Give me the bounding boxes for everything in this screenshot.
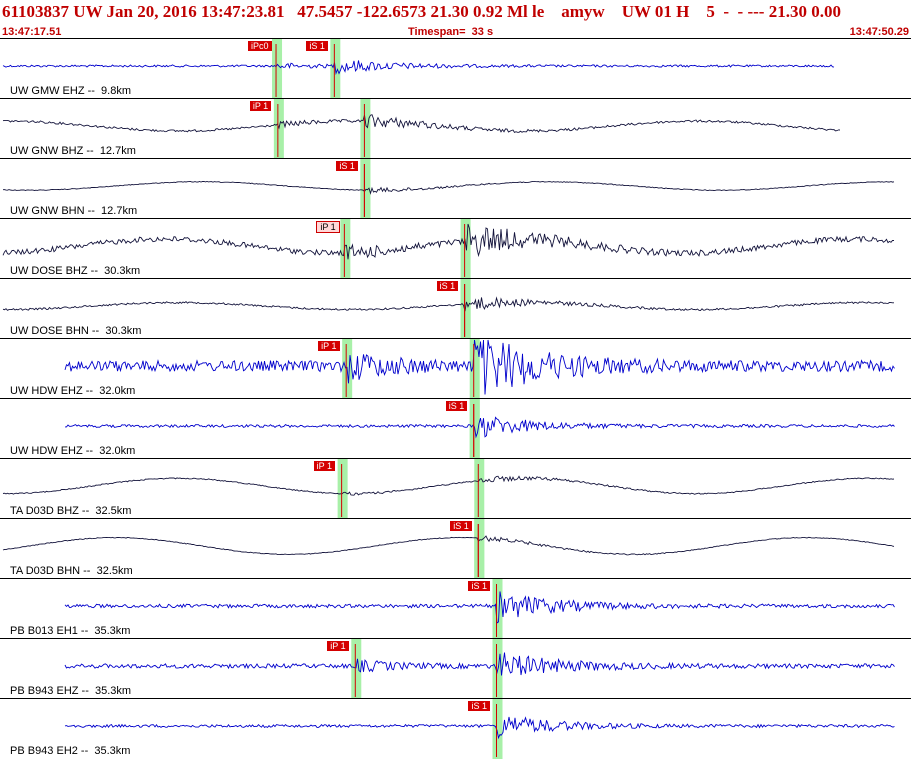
event-summary-title: 61103837 UW Jan 20, 2016 13:47:23.81 47.…: [2, 2, 841, 21]
trace-panel[interactable]: iP 1 PB B943 EHZ -- 35.3km: [0, 638, 911, 699]
seismogram-trace: [2, 535, 895, 556]
seismogram-trace: [64, 716, 895, 740]
trace-panel[interactable]: iS 1 UW DOSE BHN -- 30.3km: [0, 278, 911, 339]
pick-window: [492, 579, 503, 639]
channel-label: UW GNW BHN -- 12.7km: [10, 205, 138, 217]
phase-pick-flag[interactable]: iS 1: [445, 401, 468, 411]
pick-window: [474, 459, 485, 519]
trace-panel[interactable]: iP 1 UW HDW EHZ -- 32.0km: [0, 338, 911, 399]
phase-pick-flag[interactable]: iP 1: [318, 341, 340, 351]
seismogram-trace: [64, 339, 895, 395]
seismogram-trace: [64, 591, 895, 624]
waveform-svg: [64, 639, 895, 699]
waveform-svg: [64, 699, 895, 759]
channel-label: PB B013 EH1 -- 35.3km: [10, 625, 131, 637]
seismogram-trace: [2, 180, 895, 195]
phase-pick-flag[interactable]: iP 1: [313, 461, 335, 471]
channel-label: UW GNW BHZ -- 12.7km: [10, 145, 136, 157]
trace-panel[interactable]: iS 1 TA D03D BHN -- 32.5km: [0, 518, 911, 579]
seismogram-trace: [2, 475, 895, 496]
phase-pick-flag[interactable]: iPc0: [248, 41, 272, 51]
pick-window: [492, 699, 503, 759]
pick-window: [351, 639, 362, 699]
phase-pick-flag[interactable]: iS 1: [336, 161, 358, 171]
waveform-svg: [64, 339, 895, 399]
seismogram-trace: [2, 296, 894, 312]
waveform-svg: [64, 579, 895, 639]
pick-window: [474, 519, 485, 579]
seismogram-trace: [64, 652, 895, 676]
trace-panel[interactable]: iS 1 PB B013 EH1 -- 35.3km: [0, 578, 911, 639]
channel-label: UW GMW EHZ -- 9.8km: [10, 85, 131, 97]
waveform-svg: [2, 99, 841, 159]
waveform-panels[interactable]: iPc0 iS 1 UW GMW EHZ -- 9.8km iP 1 UW GNW BH…: [0, 38, 911, 760]
seismogram-trace: [2, 223, 894, 260]
trace-panel[interactable]: iPc0 iS 1 UW GMW EHZ -- 9.8km: [0, 38, 911, 99]
timespan-readout: Timespan= 33 s: [408, 26, 494, 38]
phase-pick-flag[interactable]: iP 1: [249, 101, 272, 111]
event-header: 61103837 UW Jan 20, 2016 13:47:23.81 47.…: [0, 0, 911, 38]
seismogram-trace: [2, 60, 835, 76]
end-time: 13:47:50.29: [849, 26, 909, 38]
trace-panel[interactable]: iP 1 UW GNW BHZ -- 12.7km: [0, 98, 911, 159]
pick-window: [360, 99, 371, 159]
start-time: 13:47:17.51: [2, 26, 62, 38]
waveform-svg: [2, 459, 895, 519]
channel-label: TA D03D BHN -- 32.5km: [10, 565, 133, 577]
trace-panel[interactable]: iP 1 UW DOSE BHZ -- 30.3km: [0, 218, 911, 279]
channel-label: UW DOSE BHZ -- 30.3km: [10, 265, 141, 277]
channel-label: UW DOSE BHN -- 30.3km: [10, 325, 142, 337]
trace-panel[interactable]: iS 1 PB B943 EH2 -- 35.3km: [0, 698, 911, 759]
pick-window: [273, 99, 284, 159]
pick-window: [272, 39, 283, 99]
channel-label: PB B943 EHZ -- 35.3km: [10, 685, 132, 697]
trace-panel[interactable]: iP 1 TA D03D BHZ -- 32.5km: [0, 458, 911, 519]
seismogram-trace: [65, 416, 895, 439]
phase-pick-flag[interactable]: iS 1: [450, 521, 472, 531]
trace-panel[interactable]: iS 1 UW HDW EHZ -- 32.0km: [0, 398, 911, 459]
phase-pick-flag[interactable]: iP 1: [327, 641, 349, 651]
pick-window: [337, 459, 348, 519]
channel-label: PB B943 EH2 -- 35.3km: [10, 745, 131, 757]
channel-label: UW HDW EHZ -- 32.0km: [10, 445, 136, 457]
phase-pick-flag[interactable]: iS 1: [436, 281, 459, 291]
phase-pick-flag[interactable]: iS 1: [468, 701, 490, 711]
channel-label: TA D03D BHZ -- 32.5km: [10, 505, 132, 517]
phase-pick-flag[interactable]: iS 1: [468, 581, 490, 591]
waveform-svg: [2, 39, 835, 99]
phase-pick-flag[interactable]: iS 1: [306, 41, 328, 51]
channel-label: UW HDW EHZ -- 32.0km: [10, 385, 136, 397]
seismogram-trace: [2, 114, 841, 133]
trace-panel[interactable]: iS 1 UW GNW BHN -- 12.7km: [0, 158, 911, 219]
phase-pick-flag[interactable]: iP 1: [316, 221, 340, 233]
